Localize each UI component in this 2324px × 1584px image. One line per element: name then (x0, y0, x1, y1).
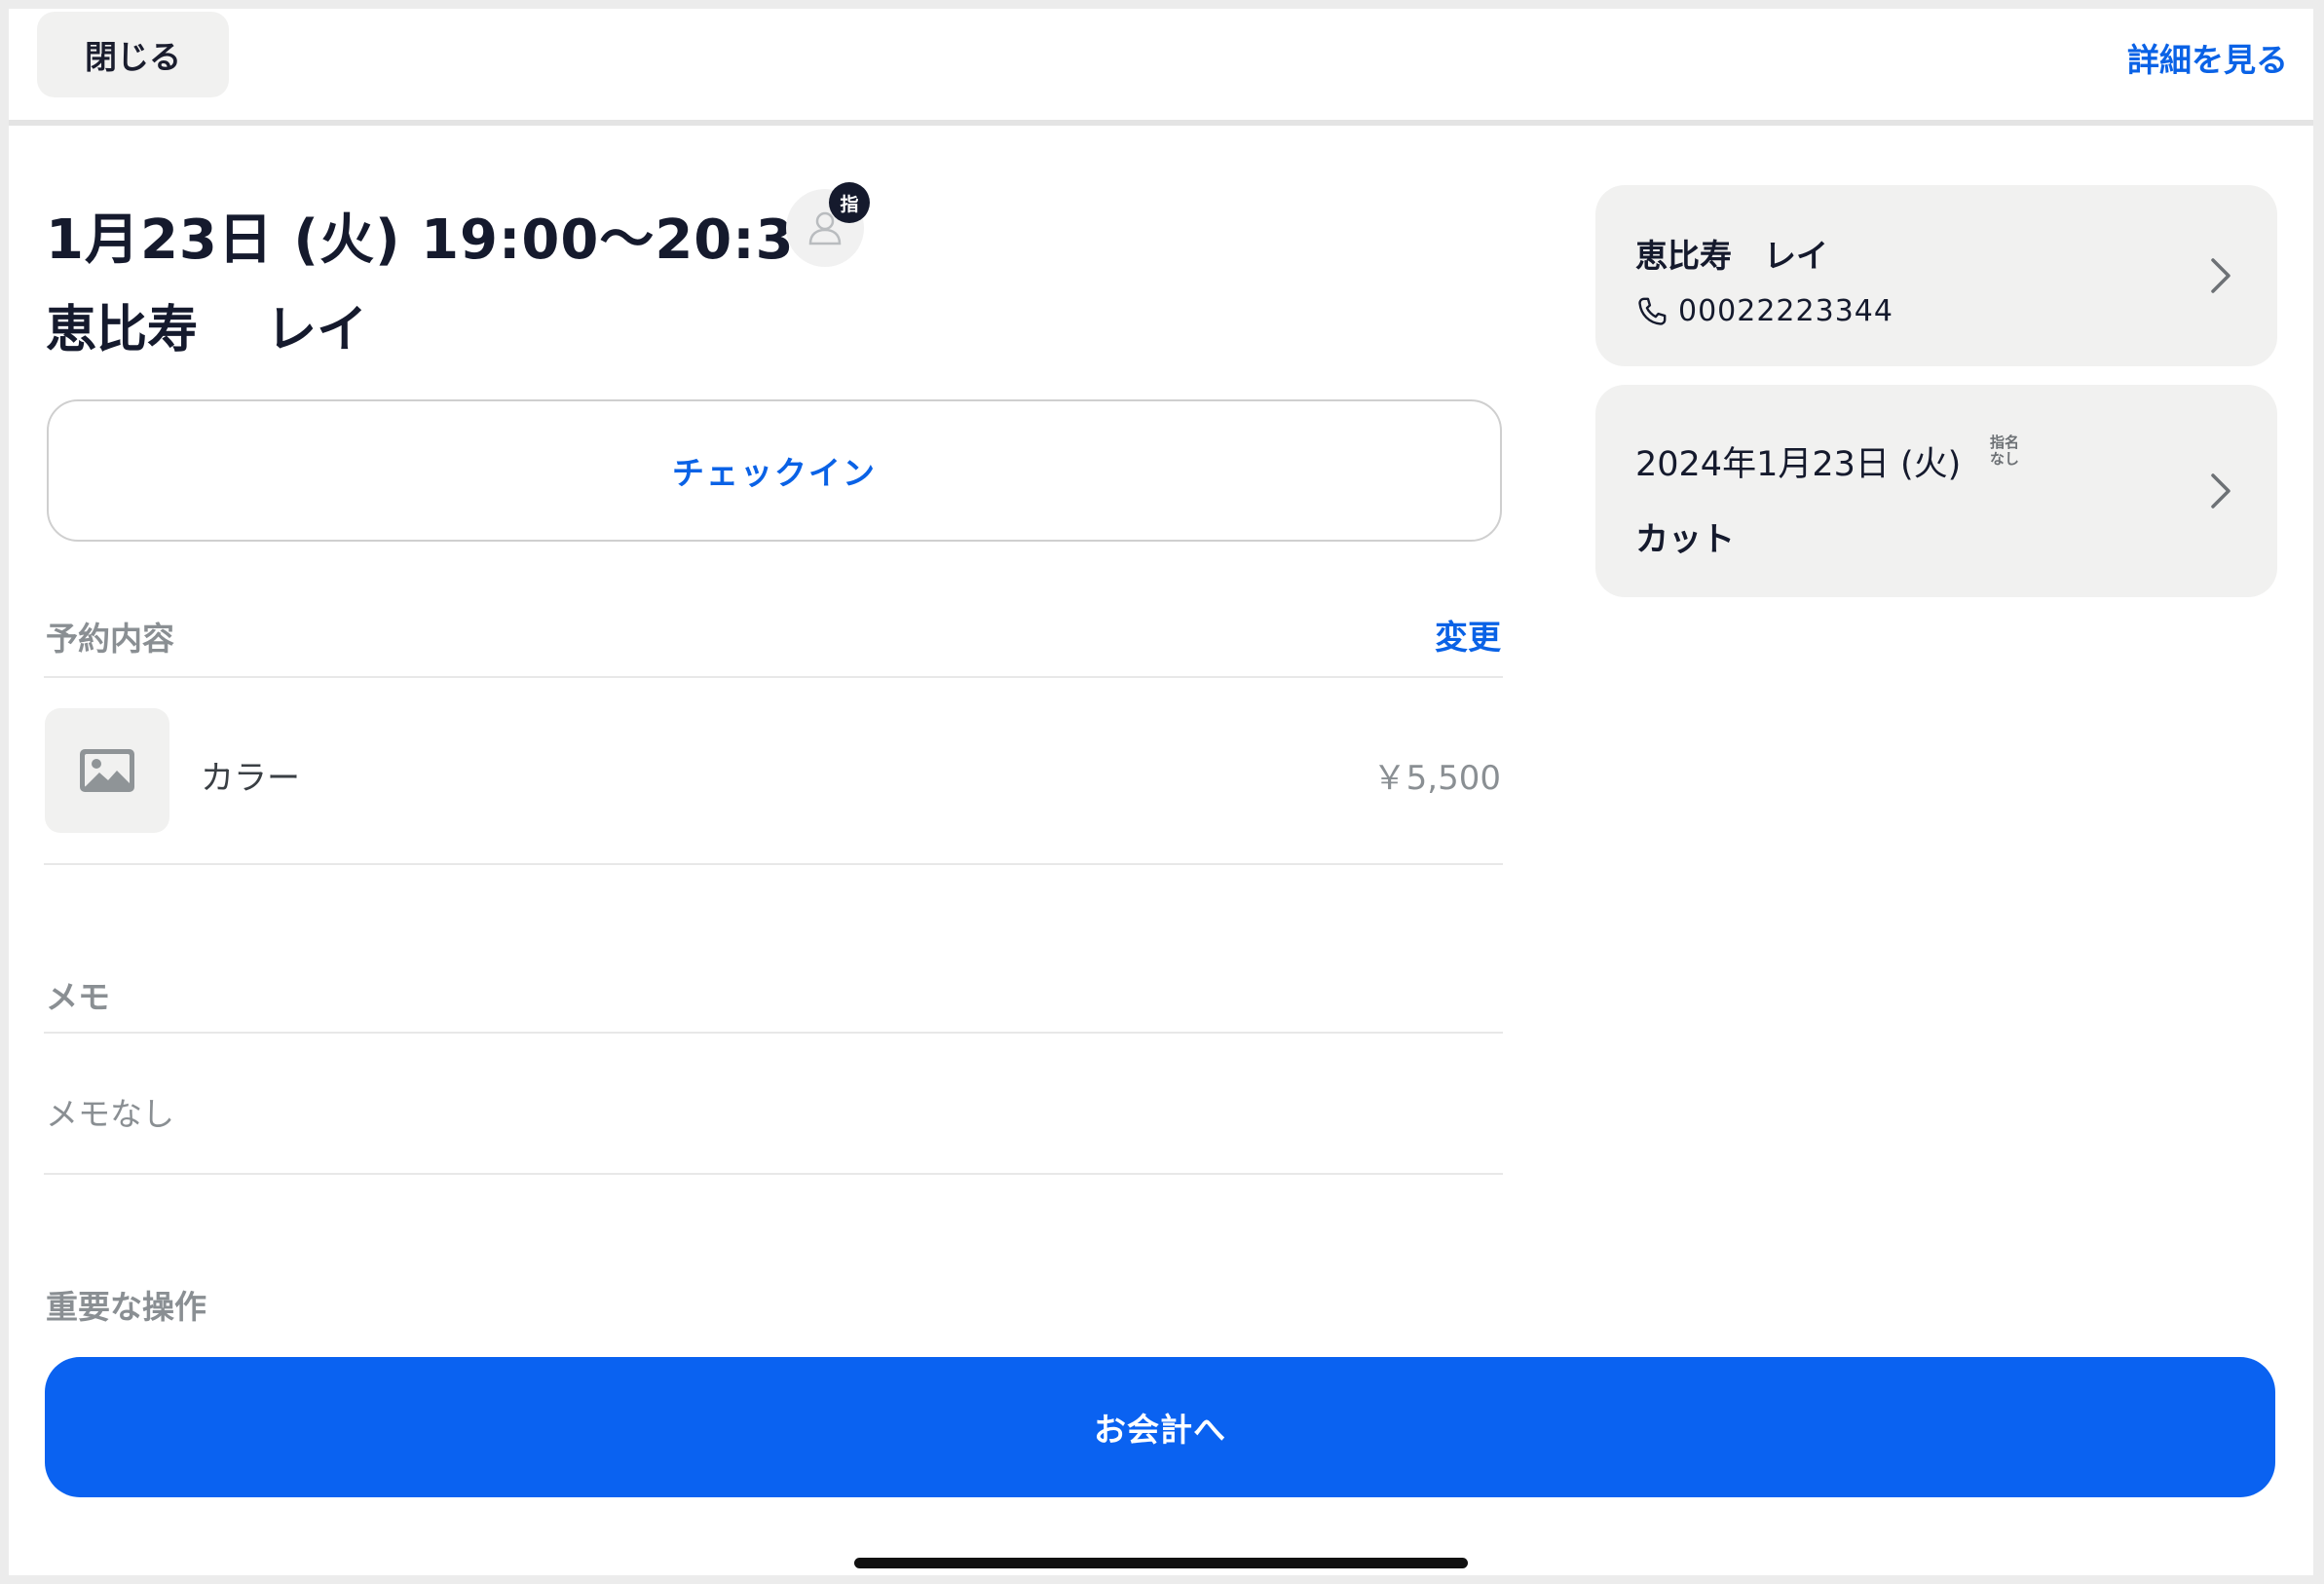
visit-card[interactable]: 2024年1月23日 (火) 指名 なし カット (1595, 385, 2277, 597)
close-button[interactable]: 閉じる (37, 12, 229, 97)
visit-nomination-line2: なし (1990, 450, 2020, 468)
customer-name-heading: 恵比寿 レイ (46, 301, 368, 359)
menu-item-name: カラー (201, 759, 300, 798)
checkout-button[interactable]: お会計へ (45, 1357, 2275, 1497)
view-details-link[interactable]: 詳細を見る (2127, 34, 2288, 81)
change-reservation-link[interactable]: 変更 (1435, 611, 1501, 659)
memo-text[interactable]: メモなし (46, 1088, 174, 1135)
image-placeholder-icon (80, 749, 134, 792)
app-window: 閉じる 詳細を見る 1月23日 (火) 19:00～20:30 指 恵比寿 レイ… (9, 9, 2313, 1575)
visit-card-date: 2024年1月23日 (火) (1635, 445, 1962, 484)
phone-icon (1638, 297, 1667, 325)
chevron-right-icon (2211, 473, 2230, 509)
customer-card-phone: 00022223344 (1678, 294, 1893, 328)
checkin-button[interactable]: チェックイン (47, 399, 1502, 542)
divider (44, 863, 1503, 865)
divider (44, 676, 1503, 678)
divider (44, 1032, 1503, 1034)
reservation-section-label: 予約内容 (46, 620, 174, 658)
visit-nomination-line1: 指名 (1990, 434, 2020, 451)
divider (44, 1173, 1503, 1175)
home-indicator[interactable] (854, 1558, 1468, 1568)
visit-card-menu: カット (1635, 520, 1735, 559)
operations-section-label: 重要な操作 (46, 1288, 206, 1326)
visit-card-nomination: 指名 なし (1990, 434, 2019, 468)
menu-item-price: ￥5,500 (1372, 759, 1501, 798)
customer-card-name: 恵比寿 レイ (1635, 237, 1828, 275)
appointment-datetime: 1月23日 (火) 19:00～20:30 (46, 208, 834, 272)
nomination-badge: 指 (829, 182, 870, 223)
top-bar: 閉じる 詳細を見る (9, 9, 2313, 120)
customer-card[interactable]: 恵比寿 レイ 00022223344 (1595, 185, 2277, 366)
chevron-right-icon (2211, 258, 2230, 293)
memo-section-label: メモ (46, 978, 110, 1016)
menu-thumbnail (45, 708, 169, 833)
top-bar-divider (9, 120, 2313, 126)
